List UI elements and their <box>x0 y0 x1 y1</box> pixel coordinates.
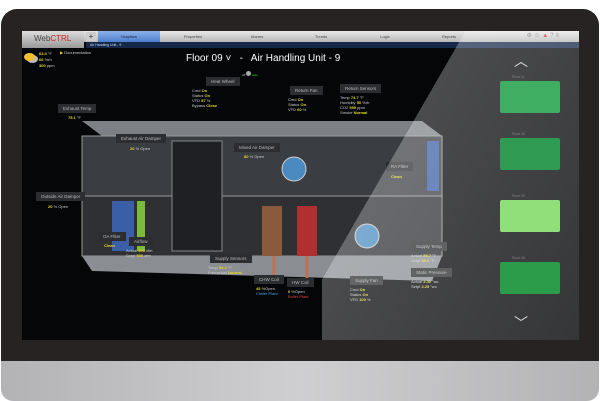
page-title: Floor 09 ˅ - Air Handling Unit - 9 <box>186 53 341 64</box>
hw-coil-values: 0 %Open Boiler Plant <box>288 289 309 299</box>
airflow-values: Actual 490 cfm Setpt 500 cfm <box>126 248 153 258</box>
hw-coil-label[interactable]: HW Coil <box>287 278 314 287</box>
floor-thumbnail-09[interactable] <box>500 200 560 232</box>
weather-co2: 300 ppm <box>39 63 55 68</box>
mixed-damper-value: 80 % Open <box>244 154 265 159</box>
exhaust-temp-label[interactable]: Exhaust Temp <box>58 104 97 113</box>
weather-icon <box>24 53 35 61</box>
mixed-damper-label[interactable]: Mixed Air Damper <box>234 143 280 152</box>
webctrl-logo[interactable]: WebCTRL <box>22 31 84 48</box>
exhaust-temp-value: 75.1 °F <box>68 115 81 120</box>
exhaust-damper-label[interactable]: Exhaust Air Damper <box>116 134 167 143</box>
tab-graphics[interactable]: Graphics <box>98 31 160 42</box>
floor-label: Floor 10 <box>512 132 525 136</box>
add-button[interactable]: + <box>86 32 96 41</box>
supply-sensors-values: Temp 56.4 °F Freezestat Normal <box>208 265 242 275</box>
documentation-link[interactable]: ▶ Documentation <box>60 50 91 55</box>
return-fan-values: Cmd On Status On VFD 60 % <box>288 97 307 112</box>
floor-label: Floor 11 <box>512 75 525 79</box>
hw-coil-shape <box>297 206 317 256</box>
tab-alarms[interactable]: Alarms <box>226 31 288 42</box>
weather-temp: 63.3 °F <box>39 51 52 56</box>
supply-sensors-label[interactable]: Supply Sensors <box>210 254 252 263</box>
floor-label: Floor 09 <box>512 194 525 198</box>
floor-thumbnail-10[interactable] <box>500 138 560 170</box>
screen: WebCTRL + Graphics Properties Alarms Tre… <box>22 31 579 340</box>
heat-wheel-label[interactable]: Heat Wheel <box>206 77 240 86</box>
weather-humidity: 66 %rh <box>39 57 52 62</box>
oa-filter-label[interactable]: OA Filter <box>98 232 126 241</box>
chevron-up-icon[interactable]: ︿ <box>514 51 528 71</box>
boiler-plant-link[interactable]: Boiler Plant <box>288 294 308 299</box>
oa-damper-label[interactable]: Outside Air Damper <box>36 192 86 201</box>
oa-filter-value: Clean <box>104 243 115 248</box>
floor-dropdown-icon[interactable]: ˅ <box>225 53 231 64</box>
airflow-label[interactable]: Airflow <box>129 237 153 246</box>
monitor-stand <box>1 361 599 401</box>
chevron-down-icon[interactable]: ﹀ <box>514 313 528 333</box>
floor-thumbnail-11[interactable] <box>500 81 560 113</box>
logo-text-accent: CTRL <box>50 34 72 43</box>
floor-label: Floor 08 <box>512 256 525 260</box>
chiller-plant-link[interactable]: Chiller Plant <box>256 291 278 296</box>
tab-properties[interactable]: Properties <box>162 31 224 42</box>
return-fan-label[interactable]: Return Fan <box>290 86 323 95</box>
floor-navigator: ︿ Floor 11 Floor 10 Floor 09 Floor 08 ﹀ <box>492 51 572 340</box>
exhaust-damper-value: 20 % Open <box>130 146 151 151</box>
heat-wheel-shape <box>171 140 223 252</box>
chw-coil-shape <box>262 206 282 256</box>
floor-thumbnail-08[interactable] <box>500 262 560 294</box>
heat-wheel-values: Cmd On Status On VFD 57 % Bypass Close <box>192 88 218 108</box>
chw-coil-label[interactable]: CHW Coil <box>254 275 284 284</box>
logo-text: Web <box>34 34 51 43</box>
return-fan-shape <box>281 156 307 182</box>
oa-damper-value: 20 % Open <box>48 204 69 209</box>
chw-coil-values: 45 %Open Chiller Plant <box>256 286 278 296</box>
mode-switch[interactable]: off auto <box>242 71 258 77</box>
